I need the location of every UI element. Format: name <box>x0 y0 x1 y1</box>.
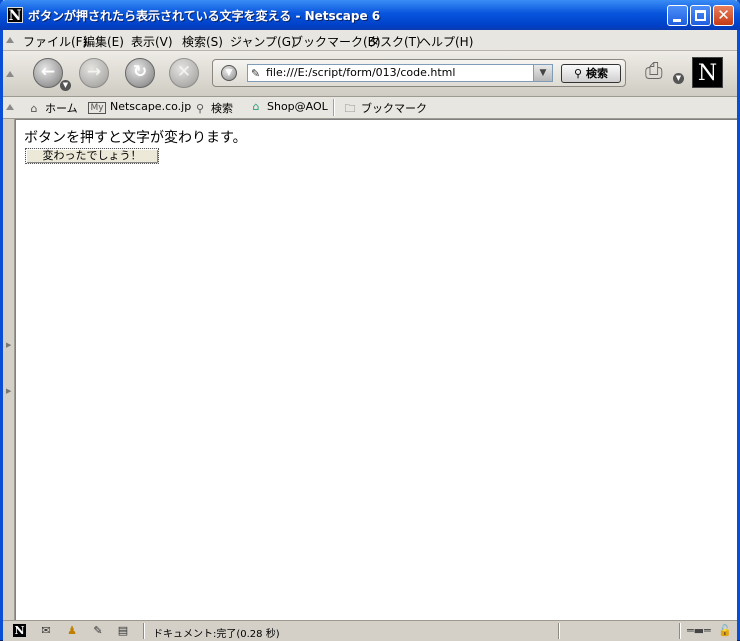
menu-help[interactable]: ヘルプ(H) <box>419 33 473 50</box>
composer-icon[interactable]: ✎ <box>89 623 107 638</box>
folder-icon: 🗀 <box>344 102 356 115</box>
sidebar-toggle[interactable]: ▶ ▶ <box>3 119 15 620</box>
menu-file[interactable]: ファイル(F) <box>23 33 87 50</box>
netscape-logo[interactable]: N <box>692 57 723 88</box>
print-icon[interactable]: ⎙ <box>645 57 673 87</box>
status-divider <box>143 623 145 639</box>
url-dropdown-icon[interactable]: ▼ <box>533 64 553 82</box>
my-badge-icon: My <box>88 102 106 114</box>
page-content: ボタンを押すと文字が変わります。 変わったでしょう！ <box>15 119 737 620</box>
back-dropdown-icon[interactable]: ▼ <box>60 80 71 91</box>
search-label: 検索 <box>211 102 233 115</box>
maximize-icon <box>695 10 706 21</box>
personal-toolbar: ⌂ ホーム My Netscape.co.jp ⚲ 検索 ⌂ Shop@AOL 🗀 ブック… <box>3 97 737 119</box>
menu-tasks[interactable]: タスク(T) <box>368 33 421 50</box>
forward-button[interactable]: → <box>79 58 109 88</box>
title-bar[interactable]: N ボタンが押されたら表示されている文字を変える - Netscape 6 ✕ <box>0 0 740 30</box>
toolbar-grip-icon[interactable] <box>6 37 14 43</box>
home-link[interactable]: ⌂ ホーム <box>27 100 78 116</box>
url-input[interactable]: ✎ file:///E:/script/form/013/code.html <box>247 64 553 82</box>
netscape-link[interactable]: My Netscape.co.jp <box>88 100 191 114</box>
menu-view[interactable]: 表示(V) <box>131 33 173 50</box>
page-text: ボタンを押すと文字が変わります。 <box>24 130 247 146</box>
print-dropdown-icon[interactable]: ▼ <box>673 73 684 84</box>
toolbar-divider <box>333 99 335 116</box>
stop-button[interactable]: ✕ <box>169 58 199 88</box>
close-button[interactable]: ✕ <box>713 5 734 26</box>
maximize-button[interactable] <box>690 5 711 26</box>
connection-icon: ═▬═ <box>687 624 711 637</box>
search-link[interactable]: ⚲ 検索 <box>193 100 233 116</box>
magnifier-icon: ⚲ <box>195 102 205 115</box>
address-book-icon[interactable]: ▤ <box>114 623 132 638</box>
netscape-app-icon: N <box>7 7 23 24</box>
status-bar: N ✉ ♟ ✎ ▤ ドキュメント:完了(0.28 秒) ═▬═ 🔓 <box>3 620 737 641</box>
minimize-icon <box>673 19 681 22</box>
netscape-label: Netscape.co.jp <box>110 100 192 113</box>
shop-label: Shop@AOL <box>267 100 328 113</box>
back-arrow-icon: ← <box>40 62 56 82</box>
status-divider <box>558 623 560 639</box>
toolbar-grip-icon[interactable] <box>6 104 14 110</box>
menu-bar: ファイル(F) 編集(E) 表示(V) 検索(S) ジャンプ(G) ブックマーク… <box>3 30 737 51</box>
forward-arrow-icon: → <box>86 62 102 82</box>
menu-go[interactable]: ジャンプ(G) <box>230 33 296 50</box>
reload-icon: ↻ <box>132 62 148 82</box>
close-icon: ✕ <box>717 6 730 24</box>
url-text: file:///E:/script/form/013/code.html <box>266 66 456 79</box>
reload-button[interactable]: ↻ <box>125 58 155 88</box>
navigation-toolbar: ← ▼ → ↻ ✕ ▼ ✎ file:///E:/script/form/013… <box>3 51 737 97</box>
change-text-button[interactable]: 変わったでしょう！ <box>25 148 159 164</box>
mail-icon[interactable]: ✉ <box>37 623 55 638</box>
house-icon: ⌂ <box>252 100 260 113</box>
home-label: ホーム <box>45 102 78 115</box>
search-button[interactable]: ⚲ 検索 <box>561 64 621 83</box>
page-icon: ✎ <box>251 67 261 80</box>
minimize-button[interactable] <box>667 5 688 26</box>
menu-edit[interactable]: 編集(E) <box>83 33 124 50</box>
magnifier-icon: ⚲ <box>574 67 583 80</box>
stop-icon: ✕ <box>176 62 192 82</box>
sidebar-arrow-icon: ▶ <box>6 341 12 349</box>
toolbar-grip-icon[interactable] <box>6 71 14 77</box>
netscape-icon[interactable]: N <box>13 624 26 637</box>
window-title: ボタンが押されたら表示されている文字を変える - Netscape 6 <box>28 9 381 23</box>
bookmarks-link[interactable]: 🗀 ブックマーク <box>343 100 428 119</box>
back-button[interactable]: ← <box>33 58 63 88</box>
security-lock-icon[interactable]: 🔓 <box>718 624 732 637</box>
menu-search[interactable]: 検索(S) <box>182 33 223 50</box>
url-go-icon[interactable]: ▼ <box>221 65 237 81</box>
sidebar-arrow-icon: ▶ <box>6 387 12 395</box>
url-bar: ▼ ✎ file:///E:/script/form/013/code.html… <box>212 59 626 87</box>
search-button-label: 検索 <box>585 67 608 80</box>
status-divider <box>679 623 681 639</box>
bookmarks-label: ブックマーク <box>361 102 427 115</box>
browser-window: N ボタンが押されたら表示されている文字を変える - Netscape 6 ✕ … <box>0 0 740 641</box>
status-text: ドキュメント:完了(0.28 秒) <box>153 629 280 640</box>
aim-icon[interactable]: ♟ <box>63 623 81 638</box>
shop-link[interactable]: ⌂ Shop@AOL <box>249 100 328 113</box>
home-icon: ⌂ <box>30 102 38 115</box>
